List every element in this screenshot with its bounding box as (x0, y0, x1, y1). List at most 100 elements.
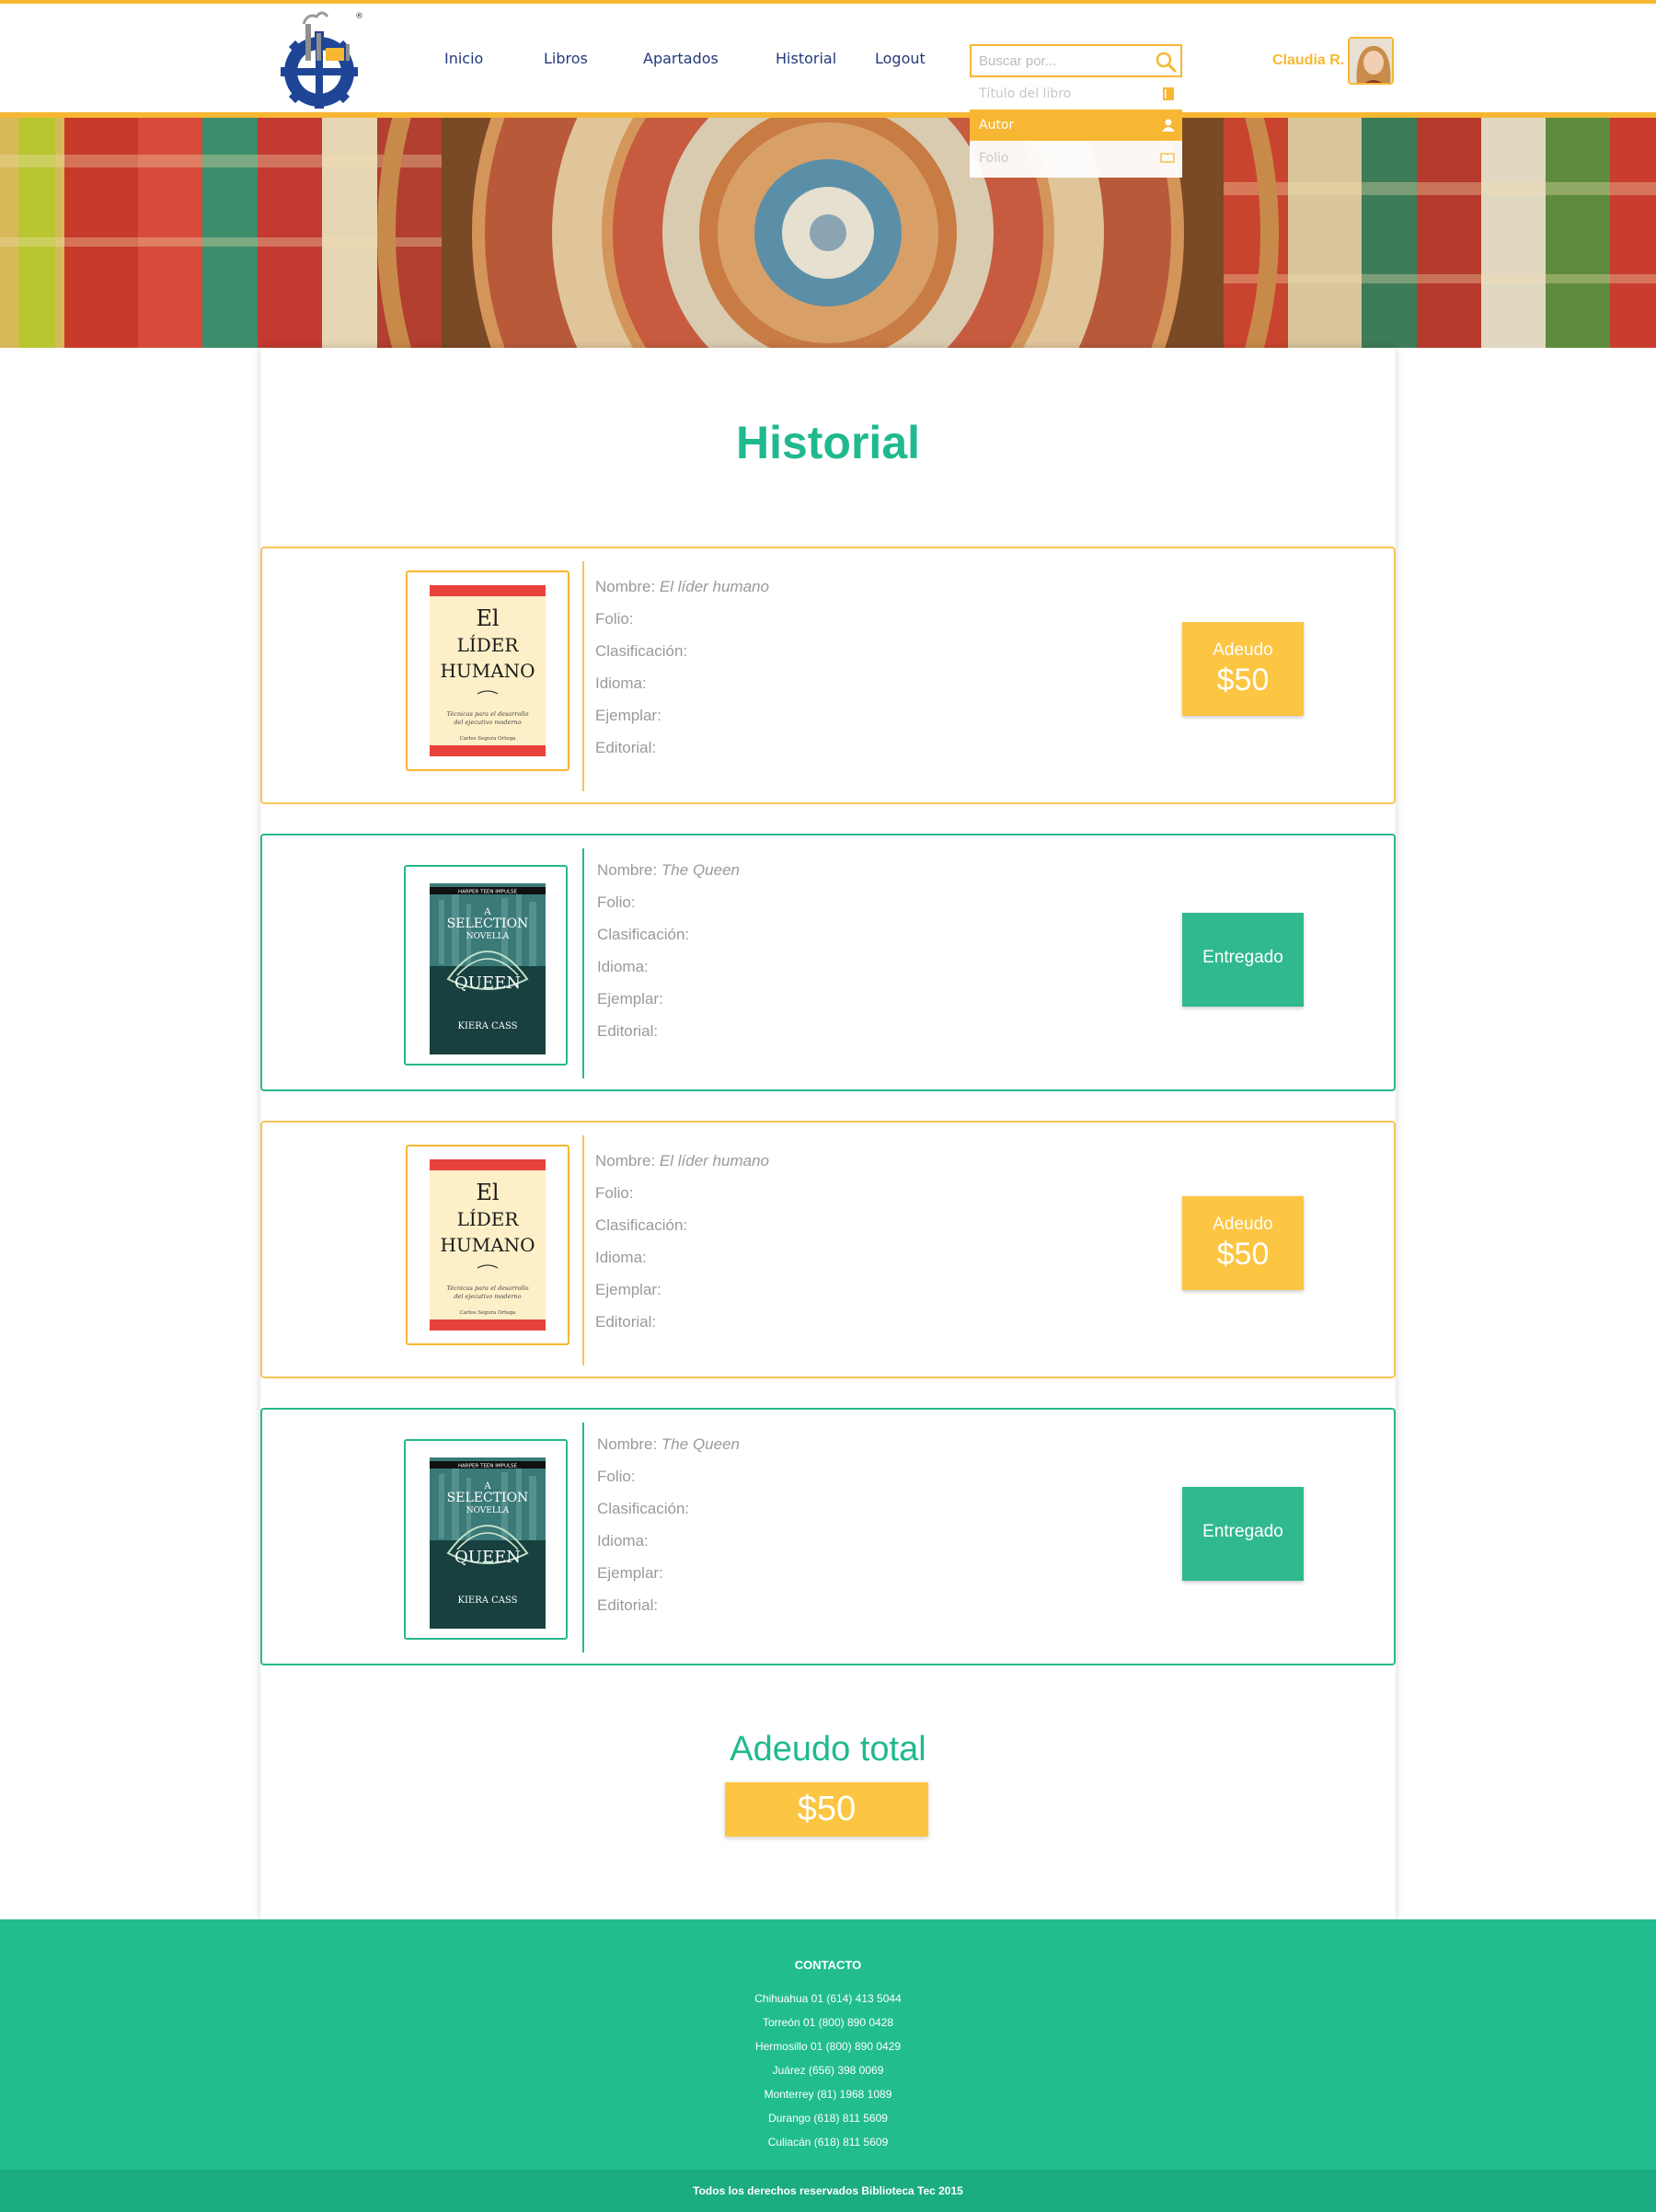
status-badge[interactable]: Adeudo $50 (1182, 622, 1304, 716)
book-name: The Queen (661, 1435, 740, 1453)
book-cover-frame[interactable]: El LÍDER HUMANO Técnicas para el desarro… (406, 570, 569, 771)
cover-series: SELECTION (447, 916, 529, 931)
book-cover-frame[interactable]: HARPER TEEN IMPULSE A SELECTION NOVELLA … (404, 1439, 568, 1640)
search-filter-titulo[interactable]: Título del libro (970, 78, 1182, 109)
field-label: Nombre: (597, 1435, 658, 1453)
book-details: Nombre: El líder humano Folio: Clasifica… (595, 1145, 769, 1338)
cover-title-line3: HUMANO (440, 1234, 535, 1256)
contact-line: Culiacán (618) 811 5609 (767, 2136, 889, 2149)
contact-line: Monterrey (81) 1968 1089 (764, 2088, 892, 2101)
divider (582, 848, 584, 1078)
field-nombre: Nombre: The Queen (597, 854, 740, 886)
search-filter-autor[interactable]: Autor (970, 109, 1182, 141)
book-icon (1163, 87, 1174, 100)
field-idioma: Idioma: (595, 674, 647, 692)
status-badge[interactable]: Adeudo $50 (1182, 1196, 1304, 1290)
cover-series: NOVELLA (466, 1506, 510, 1515)
nav-logout[interactable]: Logout (875, 50, 926, 67)
search-filter-folio[interactable]: Folio (970, 143, 1182, 174)
status-amount: $50 (1216, 662, 1270, 697)
user-name[interactable]: Claudia R. (1272, 52, 1344, 69)
cover-title: QUEEN (454, 974, 521, 993)
cover-subtitle: Técnicas para el desarrollo (447, 1285, 529, 1292)
contact-line: Hermosillo 01 (800) 890 0429 (754, 2040, 902, 2053)
total-debt-amount: $50 (725, 1782, 928, 1837)
copyright: Todos los derechos reservados Biblioteca… (0, 2170, 1656, 2212)
cover-series: SELECTION (447, 1491, 529, 1505)
field-nombre: Nombre: El líder humano (595, 570, 769, 603)
field-ejemplar: Ejemplar: (597, 1564, 663, 1582)
field-editorial: Editorial: (597, 1022, 659, 1040)
book-details: Nombre: El líder humano Folio: Clasifica… (595, 570, 769, 764)
book-cover-queen: HARPER TEEN IMPULSE A SELECTION NOVELLA … (430, 883, 546, 1054)
cover-title: QUEEN (454, 1548, 521, 1567)
status-amount: $50 (1216, 1237, 1270, 1272)
cover-author: KIERA CASS (457, 1021, 517, 1031)
book-name: El líder humano (659, 1152, 769, 1169)
book-cover-frame[interactable]: El LÍDER HUMANO Técnicas para el desarro… (406, 1145, 569, 1345)
book-name: El líder humano (659, 578, 769, 595)
book-details: Nombre: The Queen Folio: Clasificación: … (597, 1428, 740, 1621)
search-box (970, 44, 1182, 77)
field-editorial: Editorial: (595, 739, 657, 756)
field-clasificacion: Clasificación: (595, 1216, 688, 1234)
field-folio: Folio: (595, 610, 634, 628)
search-input[interactable] (979, 50, 1144, 72)
book-cover-frame[interactable]: HARPER TEEN IMPULSE A SELECTION NOVELLA … (404, 865, 568, 1066)
avatar[interactable] (1348, 37, 1394, 85)
contact-line: Torreón 01 (800) 890 0428 (762, 2016, 894, 2029)
search-filter-label: Folio (979, 151, 1009, 166)
search-filter-label: Título del libro (979, 86, 1072, 101)
contact-line: Juárez (656) 398 0069 (772, 2064, 884, 2077)
book-cover-queen: HARPER TEEN IMPULSE A SELECTION NOVELLA … (430, 1457, 546, 1629)
field-clasificacion: Clasificación: (597, 926, 690, 943)
footer-title: CONTACTO (794, 1958, 862, 1972)
history-entry: HARPER TEEN IMPULSE A SELECTION NOVELLA … (260, 834, 1396, 1091)
cover-publisher: HARPER TEEN IMPULSE (458, 890, 518, 895)
total-debt-title: Adeudo total (730, 1730, 926, 1768)
page: { "header": { "user_name": "Claudia R.",… (0, 0, 1656, 2212)
cover-author: Carlos Segura Ortega (460, 1310, 517, 1316)
status-badge[interactable]: Entregado (1182, 1487, 1304, 1581)
history-entry: El LÍDER HUMANO Técnicas para el desarro… (260, 1121, 1396, 1378)
status-label: Adeudo (1213, 640, 1273, 660)
cover-title-line2: LÍDER (457, 1208, 520, 1230)
field-nombre: Nombre: El líder humano (595, 1145, 769, 1177)
cover-publisher: HARPER TEEN IMPULSE (458, 1464, 518, 1469)
nav-apartados[interactable]: Apartados (643, 50, 719, 67)
field-label: Nombre: (597, 861, 658, 879)
field-ejemplar: Ejemplar: (597, 990, 663, 1008)
field-folio: Folio: (597, 1468, 636, 1485)
nav-inicio[interactable]: Inicio (444, 50, 483, 67)
book-cover-lider: El LÍDER HUMANO Técnicas para el desarro… (430, 585, 546, 756)
status-badge[interactable]: Entregado (1182, 913, 1304, 1007)
field-clasificacion: Clasificación: (595, 642, 688, 660)
divider (582, 1423, 584, 1653)
cover-author: KIERA CASS (457, 1596, 517, 1606)
cover-subtitle: del ejecutivo moderno (454, 719, 521, 726)
field-editorial: Editorial: (597, 1596, 659, 1614)
search-icon[interactable] (1155, 51, 1177, 73)
field-editorial: Editorial: (595, 1313, 657, 1331)
cover-subtitle: Técnicas para el desarrollo (447, 710, 529, 718)
history-entry: HARPER TEEN IMPULSE A SELECTION NOVELLA … (260, 1408, 1396, 1665)
field-ejemplar: Ejemplar: (595, 1281, 661, 1298)
search-filter-label: Autor (979, 118, 1015, 132)
book-name: The Queen (661, 861, 740, 879)
contact-line: Chihuahua 01 (614) 413 5044 (754, 1992, 902, 2005)
status-label: Adeudo (1213, 1215, 1273, 1234)
field-idioma: Idioma: (595, 1249, 647, 1266)
cover-series: NOVELLA (466, 932, 510, 941)
history-entry: El LÍDER HUMANO Técnicas para el desarro… (260, 547, 1396, 804)
nav-historial[interactable]: Historial (776, 50, 836, 67)
cover-title-line1: El (476, 605, 499, 631)
gear-logo-icon[interactable]: ® (280, 7, 366, 109)
svg-text:®: ® (355, 12, 363, 21)
status-label: Entregado (1202, 1522, 1283, 1541)
status-label: Entregado (1202, 948, 1283, 967)
avatar-image (1350, 39, 1392, 83)
nav-libros[interactable]: Libros (544, 50, 588, 67)
field-clasificacion: Clasificación: (597, 1500, 690, 1517)
book-details: Nombre: The Queen Folio: Clasificación: … (597, 854, 740, 1047)
cover-title-line1: El (476, 1180, 499, 1205)
